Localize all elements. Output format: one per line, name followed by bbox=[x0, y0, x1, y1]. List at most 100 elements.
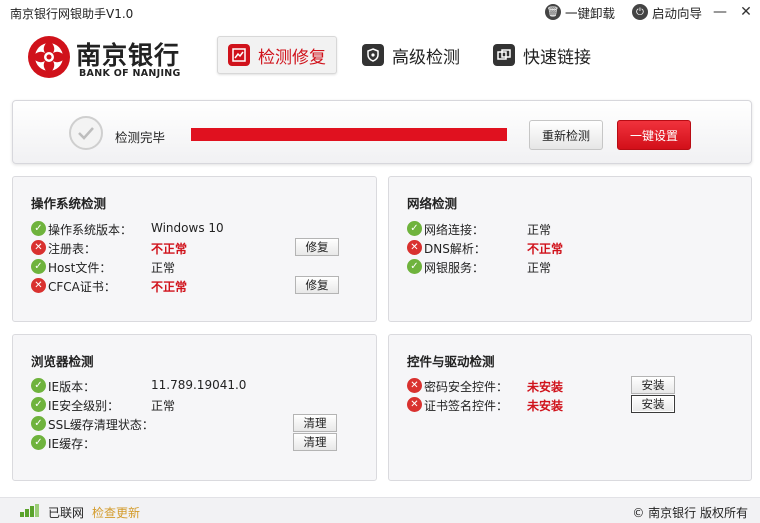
row-value: 11.789.19041.0 bbox=[151, 378, 247, 392]
check-icon: ✓ bbox=[31, 221, 46, 236]
row-value: 正常 bbox=[527, 261, 552, 275]
close-button[interactable]: ✕ bbox=[734, 2, 758, 22]
row-label: 密码安全控件： bbox=[424, 380, 509, 394]
network-status: 已联网 bbox=[48, 506, 85, 520]
cross-icon: ✕ bbox=[407, 397, 422, 412]
card-title: 控件与驱动检测 bbox=[407, 354, 495, 369]
tab-label: 高级检测 bbox=[392, 47, 460, 68]
check-update-link[interactable]: 检查更新 bbox=[92, 504, 140, 521]
tab-detect-repair[interactable]: 检测修复 bbox=[217, 36, 337, 74]
status-panel: 检测完毕 重新检测 一键设置 bbox=[12, 100, 752, 164]
row-value: 正常 bbox=[151, 261, 176, 275]
clear-ie-cache-button[interactable]: 清理 bbox=[293, 433, 337, 451]
card-title: 网络检测 bbox=[407, 196, 458, 211]
row-label: 网银服务： bbox=[424, 261, 485, 275]
bank-emblem-icon bbox=[28, 36, 70, 78]
list-item: ✓ 操作系统版本： Windows 10 bbox=[31, 219, 351, 238]
link-icon bbox=[493, 44, 515, 66]
window-title: 南京银行网银助手V1.0 bbox=[10, 7, 134, 21]
power-icon: ⏻ bbox=[632, 4, 648, 20]
list-item: ✓ 网络连接： 正常 bbox=[407, 219, 727, 238]
check-icon: ✓ bbox=[31, 378, 46, 393]
check-icon: ✓ bbox=[407, 259, 422, 274]
row-label: CFCA证书： bbox=[48, 280, 116, 294]
row-value: 不正常 bbox=[527, 242, 564, 256]
list-item: ✕ 密码安全控件： 未安装 安装 bbox=[407, 376, 727, 395]
row-value: Windows 10 bbox=[151, 221, 224, 235]
row-label: IE缓存： bbox=[48, 437, 96, 451]
list-item: ✓ SSL缓存清理状态： 清理 bbox=[31, 414, 351, 433]
network-detect-card: 网络检测 ✓ 网络连接： 正常 ✕ DNS解析： 不正常 ✓ 网银服务： 正常 bbox=[388, 176, 752, 322]
minimize-button[interactable]: — bbox=[708, 2, 732, 22]
row-label: IE版本： bbox=[48, 380, 96, 394]
list-item: ✓ Host文件： 正常 bbox=[31, 257, 351, 276]
uninstall-label: 一键卸载 bbox=[565, 5, 616, 21]
progress-bar bbox=[191, 128, 507, 141]
title-bar: 南京银行网银助手V1.0 🗑 一键卸载 ⏻ 启动向导 — ✕ bbox=[0, 0, 760, 24]
cross-icon: ✕ bbox=[407, 240, 422, 255]
clear-ssl-cache-button[interactable]: 清理 bbox=[293, 414, 337, 432]
controls-detect-card: 控件与驱动检测 ✕ 密码安全控件： 未安装 安装 ✕ 证书签名控件： 未安装 安… bbox=[388, 334, 752, 481]
shield-icon bbox=[362, 44, 384, 66]
check-icon: ✓ bbox=[31, 416, 46, 431]
check-icon: ✓ bbox=[407, 221, 422, 236]
repair-registry-button[interactable]: 修复 bbox=[295, 238, 339, 256]
tab-quick-links[interactable]: 快速链接 bbox=[483, 36, 601, 74]
check-icon: ✓ bbox=[31, 397, 46, 412]
tab-label: 快速链接 bbox=[523, 47, 591, 68]
complete-check-icon bbox=[69, 116, 103, 150]
tab-label: 检测修复 bbox=[258, 47, 326, 68]
cross-icon: ✕ bbox=[31, 240, 46, 255]
copyright: © 南京银行 版权所有 bbox=[632, 506, 748, 520]
list-item: ✕ 证书签名控件： 未安装 安装 bbox=[407, 395, 727, 414]
browser-detect-card: 浏览器检测 ✓ IE版本： 11.789.19041.0 ✓ IE安全级别： 正… bbox=[12, 334, 377, 481]
row-value: 不正常 bbox=[151, 242, 188, 256]
one-key-setup-button[interactable]: 一键设置 bbox=[617, 120, 691, 150]
tab-advanced-detect[interactable]: 高级检测 bbox=[352, 36, 470, 74]
row-label: 证书签名控件： bbox=[424, 399, 509, 413]
chart-icon bbox=[228, 44, 250, 66]
list-item: ✓ IE安全级别： 正常 bbox=[31, 395, 351, 414]
list-item: ✓ 网银服务： 正常 bbox=[407, 257, 727, 276]
status-bar: 已联网 检查更新 © 南京银行 版权所有 bbox=[0, 497, 760, 523]
bank-logo: 南京银行 BANK OF NANJING bbox=[26, 34, 186, 84]
list-item: ✕ CFCA证书： 不正常 修复 bbox=[31, 276, 351, 295]
cross-icon: ✕ bbox=[407, 378, 422, 393]
row-label: 注册表： bbox=[48, 242, 97, 256]
row-value: 不正常 bbox=[151, 280, 188, 294]
row-value: 正常 bbox=[527, 223, 552, 237]
install-password-control-button[interactable]: 安装 bbox=[631, 376, 675, 394]
row-label: Host文件： bbox=[48, 261, 112, 275]
progress-fill bbox=[191, 128, 507, 141]
trash-icon: 🗑 bbox=[545, 4, 561, 20]
rescan-button[interactable]: 重新检测 bbox=[529, 120, 603, 150]
wizard-label: 启动向导 bbox=[652, 5, 703, 21]
check-icon: ✓ bbox=[31, 259, 46, 274]
wizard-button[interactable]: ⏻ 启动向导 bbox=[632, 3, 702, 21]
card-title: 浏览器检测 bbox=[31, 354, 94, 369]
uninstall-button[interactable]: 🗑 一键卸载 bbox=[545, 3, 615, 21]
brand-name-cn: 南京银行 bbox=[76, 41, 181, 70]
brand-name-en: BANK OF NANJING bbox=[79, 68, 181, 79]
row-label: SSL缓存清理状态： bbox=[48, 418, 154, 432]
row-value: 未安装 bbox=[527, 399, 564, 413]
cross-icon: ✕ bbox=[31, 278, 46, 293]
row-value: 未安装 bbox=[527, 380, 564, 394]
list-item: ✓ IE缓存： 清理 bbox=[31, 433, 351, 452]
status-text: 检测完毕 bbox=[115, 130, 166, 145]
header: 南京银行 BANK OF NANJING 检测修复 高级检测 快速链接 bbox=[0, 24, 760, 94]
row-label: DNS解析： bbox=[424, 242, 486, 256]
row-label: IE安全级别： bbox=[48, 399, 120, 413]
check-icon: ✓ bbox=[31, 435, 46, 450]
row-label: 网络连接： bbox=[424, 223, 485, 237]
list-item: ✕ DNS解析： 不正常 bbox=[407, 238, 727, 257]
card-title: 操作系统检测 bbox=[31, 196, 107, 211]
os-detect-card: 操作系统检测 ✓ 操作系统版本： Windows 10 ✕ 注册表： 不正常 修… bbox=[12, 176, 377, 322]
list-item: ✓ IE版本： 11.789.19041.0 bbox=[31, 376, 351, 395]
row-value: 正常 bbox=[151, 399, 176, 413]
row-label: 操作系统版本： bbox=[48, 223, 133, 237]
repair-cfca-button[interactable]: 修复 bbox=[295, 276, 339, 294]
install-signature-control-button[interactable]: 安装 bbox=[631, 395, 675, 413]
signal-icon bbox=[20, 504, 39, 517]
list-item: ✕ 注册表： 不正常 修复 bbox=[31, 238, 351, 257]
